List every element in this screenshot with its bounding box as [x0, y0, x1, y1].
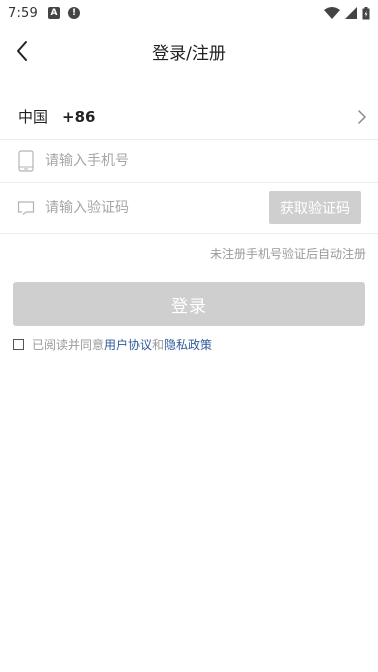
verification-code-input[interactable]	[45, 200, 245, 216]
page-title: 登录/注册	[152, 44, 226, 64]
phone-icon	[16, 149, 36, 173]
nav-bar: 登录/注册	[0, 26, 378, 76]
code-row: 获取验证码	[0, 183, 378, 234]
verification-code-icon	[16, 196, 36, 220]
get-code-button[interactable]: 获取验证码	[269, 191, 361, 224]
chevron-right-icon	[358, 109, 366, 124]
login-button[interactable]: 登录	[13, 282, 365, 326]
notification-alert-icon: !	[68, 7, 80, 19]
agreement-row: 已阅读并同意 用户协议 和 隐私政策	[13, 336, 212, 353]
auto-register-hint: 未注册手机号验证后自动注册	[209, 247, 366, 261]
status-bar: 7:59 A !	[0, 0, 378, 26]
phone-input[interactable]	[45, 153, 245, 169]
status-notification-icons: A !	[48, 7, 80, 19]
agreement-checkbox[interactable]	[13, 339, 24, 350]
battery-icon	[362, 6, 370, 19]
status-time: 7:59	[8, 5, 38, 21]
cellular-signal-icon	[345, 7, 357, 19]
notification-a-icon: A	[48, 7, 60, 19]
privacy-link[interactable]: 隐私政策	[164, 336, 212, 353]
agreement-prefix: 已阅读并同意	[32, 338, 105, 352]
country-selector[interactable]: 中国 +86	[0, 94, 378, 140]
wifi-icon	[324, 7, 340, 19]
phone-row	[0, 140, 378, 183]
status-system-icons	[324, 6, 370, 20]
country-name: 中国	[18, 108, 49, 126]
terms-link[interactable]: 用户协议	[104, 336, 152, 353]
country-code: +86	[62, 107, 96, 126]
agreement-conj: 和	[152, 338, 165, 352]
